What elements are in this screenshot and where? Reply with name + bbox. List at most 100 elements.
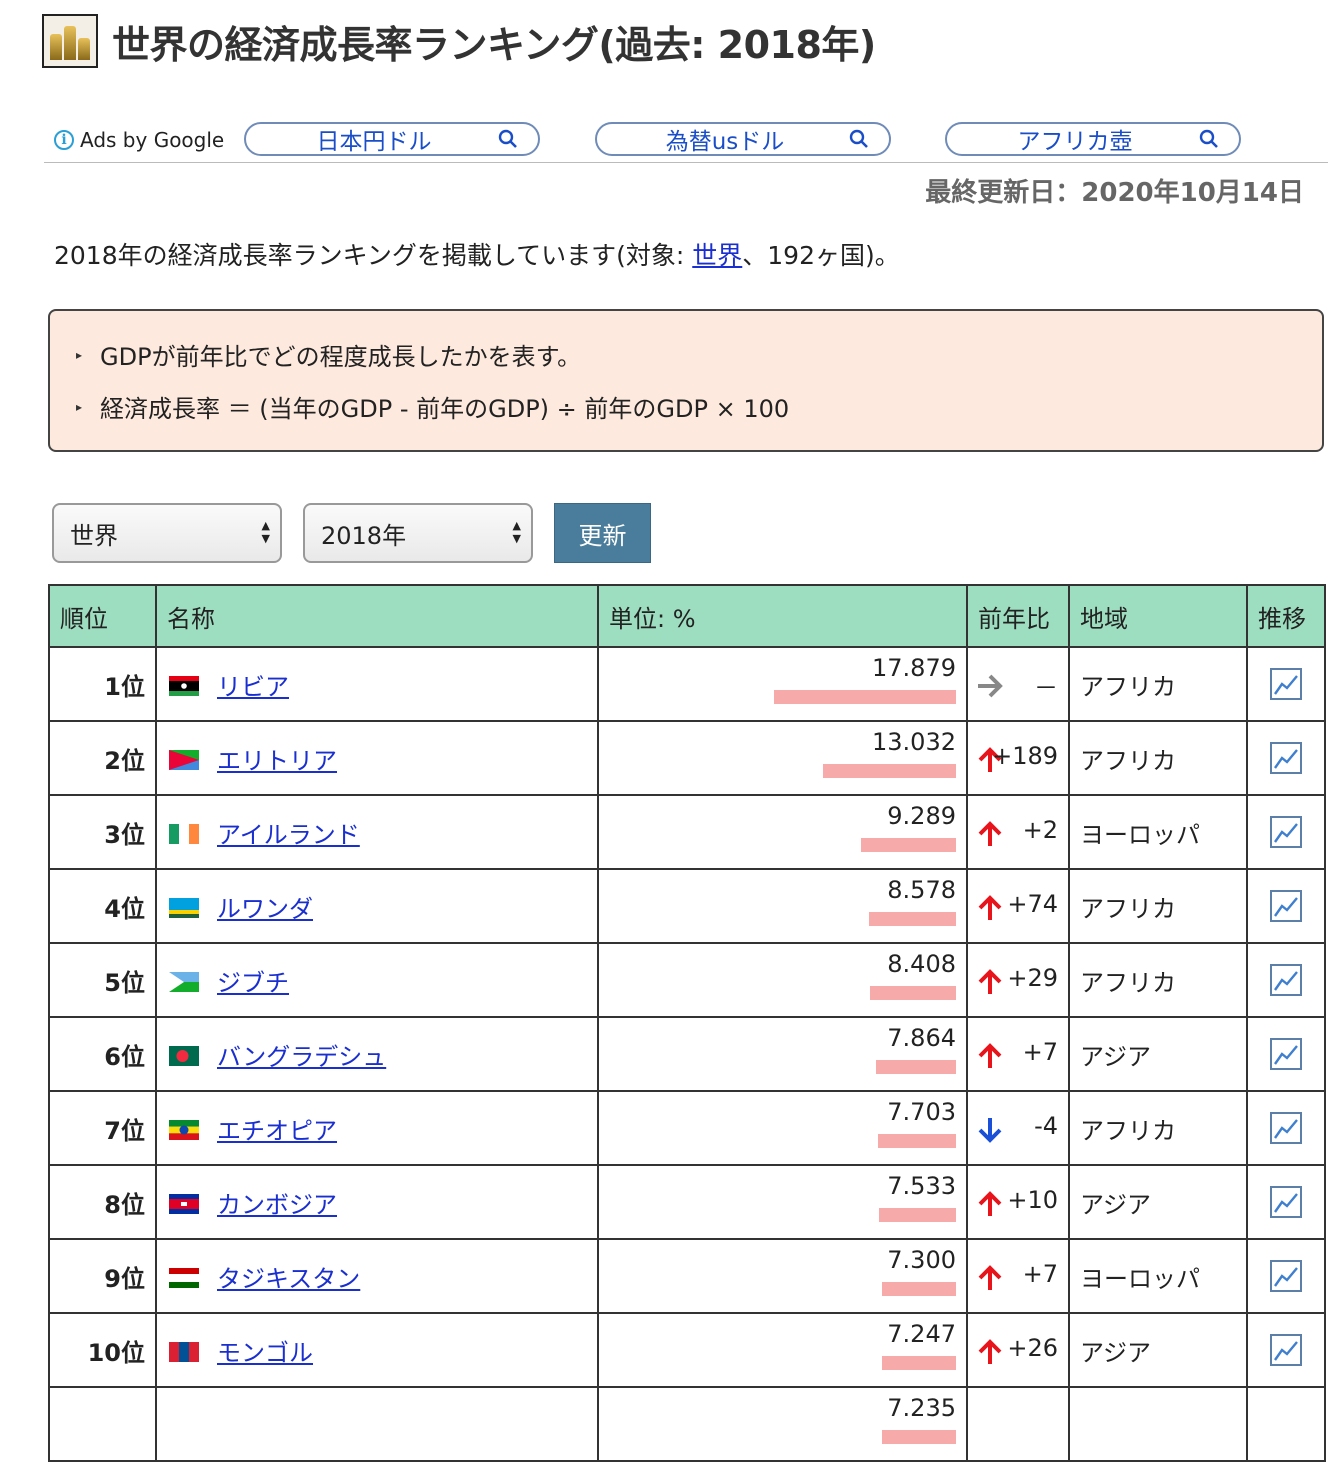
ads-label[interactable]: i Ads by Google <box>54 128 224 152</box>
country-link[interactable]: タジキスタン <box>217 1265 360 1293</box>
header-value[interactable]: 単位: % <box>597 584 968 648</box>
intro-after: 、192ヶ国)。 <box>742 241 900 270</box>
arrow-right-icon <box>976 672 1004 700</box>
value-bar <box>882 1430 956 1444</box>
table-row: 9位 タジキスタン 7.300 +7 ヨーロッパ <box>48 1238 1326 1314</box>
value-bar <box>869 912 956 926</box>
country-link[interactable]: ジブチ <box>217 969 289 997</box>
trend-chart-icon[interactable] <box>1270 890 1302 922</box>
region-select-value: 世界 <box>70 521 118 550</box>
name-cell: モンゴル <box>155 1312 599 1388</box>
trend-cell <box>1246 942 1326 1018</box>
ad-link-3[interactable]: アフリカ壺 <box>945 122 1241 156</box>
flag-icon <box>167 1340 201 1362</box>
flag-icon <box>167 1266 201 1288</box>
rank-cell: 9位 <box>48 1238 157 1314</box>
trend-chart-icon[interactable] <box>1270 964 1302 996</box>
arrow-up-icon <box>976 1190 1004 1218</box>
country-link[interactable]: モンゴル <box>217 1339 313 1367</box>
flag-icon <box>167 1118 201 1140</box>
trend-chart-icon[interactable] <box>1270 668 1302 700</box>
country-link[interactable]: ルワンダ <box>217 895 313 923</box>
year-select[interactable]: 2018年 ▲ ▼ <box>303 503 533 563</box>
search-icon <box>849 129 868 148</box>
change-cell: +10 <box>966 1164 1070 1240</box>
change-value: +29 <box>1007 964 1058 992</box>
name-cell: タジキスタン <box>155 1238 599 1314</box>
value-number: 7.864 <box>887 1024 956 1052</box>
country-link[interactable]: エチオピア <box>217 1117 337 1145</box>
value-cell: 7.533 <box>597 1164 968 1240</box>
country-link[interactable]: リビア <box>217 673 289 701</box>
flag-icon <box>167 674 201 696</box>
change-value: +7 <box>1022 1038 1058 1066</box>
page-title: 世界の経済成長率ランキング(過去: 2018年) <box>112 22 876 67</box>
info-box: ▸ GDPが前年比でどの程度成長したかを表す。 ▸ 経済成長率 ＝ (当年のGDP … <box>48 309 1324 452</box>
region-cell: アジア <box>1068 1164 1248 1240</box>
bullet-icon: ▸ <box>76 399 83 414</box>
table-row: 2位 エリトリア 13.032 +189 アフリカ <box>48 720 1326 796</box>
value-cell: 17.879 <box>597 646 968 722</box>
trend-chart-icon[interactable] <box>1270 1260 1302 1292</box>
year-select-value: 2018年 <box>321 521 407 550</box>
flag-icon <box>167 970 201 992</box>
change-value: － <box>1034 674 1058 702</box>
trend-chart-icon[interactable] <box>1270 1038 1302 1070</box>
trend-chart-icon[interactable] <box>1270 742 1302 774</box>
ad-link-2[interactable]: 為替usドル <box>595 122 891 156</box>
country-link[interactable]: エリトリア <box>217 747 337 775</box>
value-bar <box>882 1356 956 1370</box>
ad-link-label: アフリカ壺 <box>1017 129 1133 155</box>
trend-cell <box>1246 1164 1326 1240</box>
region-cell <box>1068 1386 1248 1462</box>
table-row: 3位 アイルランド 9.289 +2 ヨーロッパ <box>48 794 1326 870</box>
update-button[interactable]: 更新 <box>554 503 651 563</box>
name-cell: カンボジア <box>155 1164 599 1240</box>
change-cell: +2 <box>966 794 1070 870</box>
trend-cell <box>1246 1386 1326 1462</box>
header-region[interactable]: 地域 <box>1068 584 1248 648</box>
country-link[interactable]: バングラデシュ <box>217 1043 386 1071</box>
info-text-2: 経済成長率 ＝ (当年のGDP - 前年のGDP) ÷ 前年のGDP × 100 <box>100 395 790 423</box>
table-row: 5位 ジブチ 8.408 +29 アフリカ <box>48 942 1326 1018</box>
country-link[interactable]: カンボジア <box>217 1191 337 1219</box>
search-icon <box>1199 129 1218 148</box>
arrow-up-icon <box>976 1042 1004 1070</box>
change-value: +10 <box>1007 1186 1058 1214</box>
rank-cell: 1位 <box>48 646 157 722</box>
trend-chart-icon[interactable] <box>1270 1112 1302 1144</box>
name-cell: バングラデシュ <box>155 1016 599 1092</box>
header-rank[interactable]: 順位 <box>48 584 157 648</box>
trend-chart-icon[interactable] <box>1270 1334 1302 1366</box>
name-cell: ルワンダ <box>155 868 599 944</box>
arrow-up-icon <box>976 968 1004 996</box>
region-cell: アフリカ <box>1068 646 1248 722</box>
bullet-icon: ▸ <box>76 347 83 362</box>
rank-cell: 5位 <box>48 942 157 1018</box>
value-number: 7.703 <box>887 1098 956 1126</box>
region-select[interactable]: 世界 ▲ ▼ <box>52 503 282 563</box>
trend-chart-icon[interactable] <box>1270 816 1302 848</box>
info-icon[interactable]: i <box>54 130 74 150</box>
trend-chart-icon[interactable] <box>1270 1186 1302 1218</box>
value-bar <box>876 1060 956 1074</box>
intro-text: 2018年の経済成長率ランキングを掲載しています(対象: 世界、192ヶ国)。 <box>54 236 900 272</box>
change-cell <box>966 1386 1070 1462</box>
flag-icon <box>167 1044 201 1066</box>
trend-cell <box>1246 1090 1326 1166</box>
region-cell: アフリカ <box>1068 868 1248 944</box>
region-cell: アフリカ <box>1068 720 1248 796</box>
value-bar <box>878 1134 956 1148</box>
value-cell: 7.703 <box>597 1090 968 1166</box>
value-cell: 8.578 <box>597 868 968 944</box>
intro-world-link[interactable]: 世界 <box>692 241 742 270</box>
trend-cell <box>1246 720 1326 796</box>
header-change[interactable]: 前年比 <box>966 584 1070 648</box>
header-name[interactable]: 名称 <box>155 584 599 648</box>
ad-link-1[interactable]: 日本円ドル <box>244 122 540 156</box>
trend-cell <box>1246 1238 1326 1314</box>
trend-cell <box>1246 646 1326 722</box>
country-link[interactable]: アイルランド <box>217 821 360 849</box>
arrow-down-icon <box>976 1116 1004 1144</box>
name-cell: エチオピア <box>155 1090 599 1166</box>
